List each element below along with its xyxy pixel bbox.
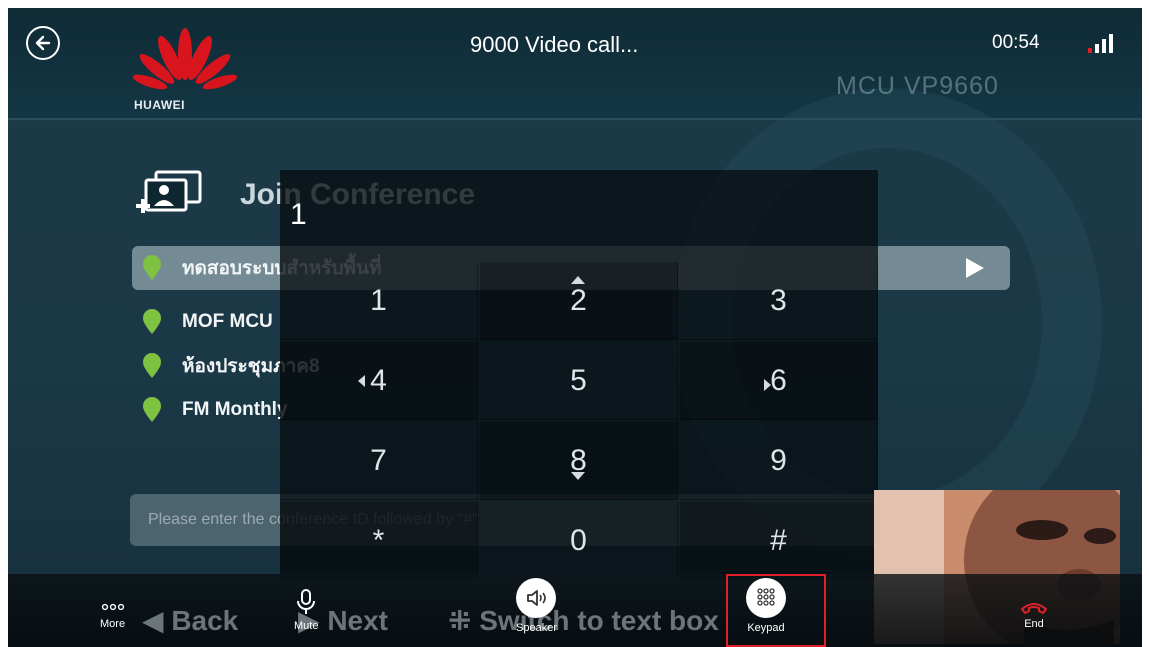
video-call-screen: HUAWEI MCU VP9660 Join Conference ทดสอบร… [8, 8, 1142, 647]
speaker-icon [527, 590, 547, 606]
dpad-up-icon [571, 276, 585, 284]
signal-strength-icon [1088, 34, 1113, 53]
key-3[interactable]: 3 [680, 262, 878, 340]
key-6[interactable]: 6 [680, 342, 878, 420]
conference-item: MOF MCU [132, 300, 273, 344]
remote-switch-hint: ⁜ Switch to text box [448, 605, 719, 636]
conference-item: FM Monthly [132, 388, 288, 432]
remote-back-hint: ◀ Back [142, 605, 239, 636]
key-hash[interactable]: # [680, 502, 878, 580]
dpad-right-icon [764, 379, 771, 391]
more-button[interactable]: More [100, 600, 125, 630]
conference-pin-icon [143, 397, 161, 422]
speaker-button[interactable]: Speaker [516, 578, 557, 634]
conference-pin-icon [143, 255, 161, 280]
key-4[interactable]: 4 [280, 342, 478, 420]
play-icon [966, 258, 984, 278]
end-call-button[interactable]: End [1020, 600, 1048, 630]
key-8[interactable]: 8 [480, 422, 678, 500]
end-call-icon [1021, 603, 1047, 614]
more-label: More [100, 618, 126, 630]
key-2[interactable]: 2 [480, 262, 678, 340]
mcu-label: MCU VP9660 [836, 72, 999, 100]
mute-label: Mute [294, 620, 319, 632]
microphone-icon [297, 589, 316, 614]
key-5[interactable]: 5 [480, 342, 678, 420]
key-star[interactable]: * [280, 502, 478, 580]
dial-keypad: 1 1 2 3 4 5 6 7 8 9 * 0 # [280, 170, 878, 580]
key-9[interactable]: 9 [680, 422, 878, 500]
mute-button[interactable]: Mute [294, 588, 318, 632]
speaker-label: Speaker [516, 622, 557, 634]
join-conference-icon [136, 170, 202, 213]
call-timer: 00:54 [992, 32, 1040, 53]
back-arrow-icon[interactable] [26, 26, 60, 60]
end-label: End [1024, 618, 1044, 630]
key-0[interactable]: 0 [480, 502, 678, 580]
huawei-wordmark: HUAWEI [134, 98, 185, 112]
keypad-display: 1 [290, 198, 307, 231]
call-title: 9000 Video call... [470, 32, 639, 57]
key-1[interactable]: 1 [280, 262, 478, 340]
dpad-left-icon [358, 375, 365, 387]
dpad-down-icon [571, 472, 585, 480]
conference-pin-icon [143, 353, 161, 378]
more-icon [101, 603, 124, 611]
conference-name: MOF MCU [182, 311, 273, 332]
conference-name: FM Monthly [182, 399, 288, 420]
key-7[interactable]: 7 [280, 422, 478, 500]
keypad-highlight-box [726, 574, 826, 647]
conference-pin-icon [143, 309, 161, 334]
